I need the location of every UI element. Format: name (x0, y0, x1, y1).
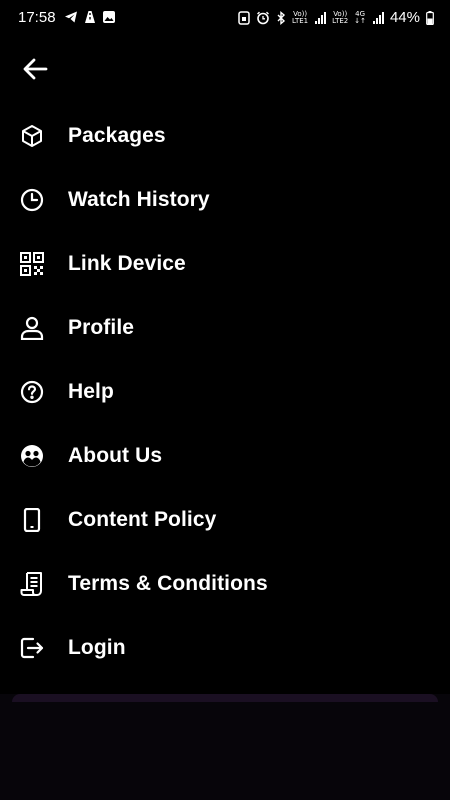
menu-label: Watch History (68, 188, 210, 211)
maps-icon (83, 10, 97, 24)
menu-item-watch-history[interactable]: Watch History (0, 168, 450, 232)
phone-icon (19, 507, 45, 533)
qr-code-icon (19, 251, 45, 277)
scroll-icon (19, 571, 45, 597)
help-circle-icon (19, 379, 45, 405)
clock-icon (19, 187, 45, 213)
app-screen: 17:58 Vo)) LTE1 Vo)) LTE2 4G ↓↑ 44% Pack… (0, 0, 450, 800)
menu-item-link-device[interactable]: Link Device (0, 232, 450, 296)
menu-item-about-us[interactable]: About Us (0, 424, 450, 488)
menu-item-terms-conditions[interactable]: Terms & Conditions (0, 552, 450, 616)
group-icon (19, 443, 45, 469)
side-menu: Packages Watch History Link Device Profi… (0, 104, 450, 680)
battery-icon (426, 10, 434, 25)
system-indicators: Vo)) LTE1 Vo)) LTE2 4G ↓↑ 44% (238, 9, 434, 26)
menu-item-help[interactable]: Help (0, 360, 450, 424)
status-bar: 17:58 Vo)) LTE1 Vo)) LTE2 4G ↓↑ 44% (0, 0, 450, 36)
gallery-icon (102, 10, 116, 24)
status-time: 17:58 (18, 9, 56, 26)
menu-label: Content Policy (68, 508, 217, 531)
bluetooth-icon (276, 10, 286, 25)
volte-sim2-icon: Vo)) LTE2 (332, 9, 349, 25)
lte2-label: LTE2 (332, 16, 349, 25)
menu-label: Link Device (68, 252, 186, 275)
arrow-left-icon (22, 57, 48, 86)
menu-label: About Us (68, 444, 163, 467)
volte-sim1-icon: Vo)) LTE1 (292, 9, 309, 25)
menu-item-packages[interactable]: Packages (0, 104, 450, 168)
battery-percent: 44% (389, 9, 420, 26)
menu-label: Help (68, 380, 114, 403)
signal-sim2-icon (372, 11, 384, 24)
lock-screen-icon (238, 10, 250, 25)
login-icon (19, 635, 45, 661)
menu-item-login[interactable]: Login (0, 616, 450, 680)
signal-sim1-icon (314, 11, 327, 24)
menu-item-content-policy[interactable]: Content Policy (0, 488, 450, 552)
menu-label: Login (68, 636, 126, 659)
menu-label: Profile (68, 316, 135, 339)
lte1-label: LTE1 (292, 16, 309, 25)
network-type-label: 4G (355, 9, 366, 18)
menu-label: Packages (68, 124, 166, 147)
back-button[interactable] (18, 55, 52, 87)
bottom-card (12, 694, 438, 702)
notification-icons (64, 10, 116, 24)
network-type-icon: 4G ↓↑ (354, 9, 366, 25)
bottom-panel (0, 694, 450, 800)
user-icon (19, 315, 45, 341)
box-icon (19, 123, 45, 149)
alarm-icon (256, 11, 270, 25)
menu-label: Terms & Conditions (68, 572, 268, 595)
telegram-icon (64, 10, 78, 24)
menu-item-profile[interactable]: Profile (0, 296, 450, 360)
